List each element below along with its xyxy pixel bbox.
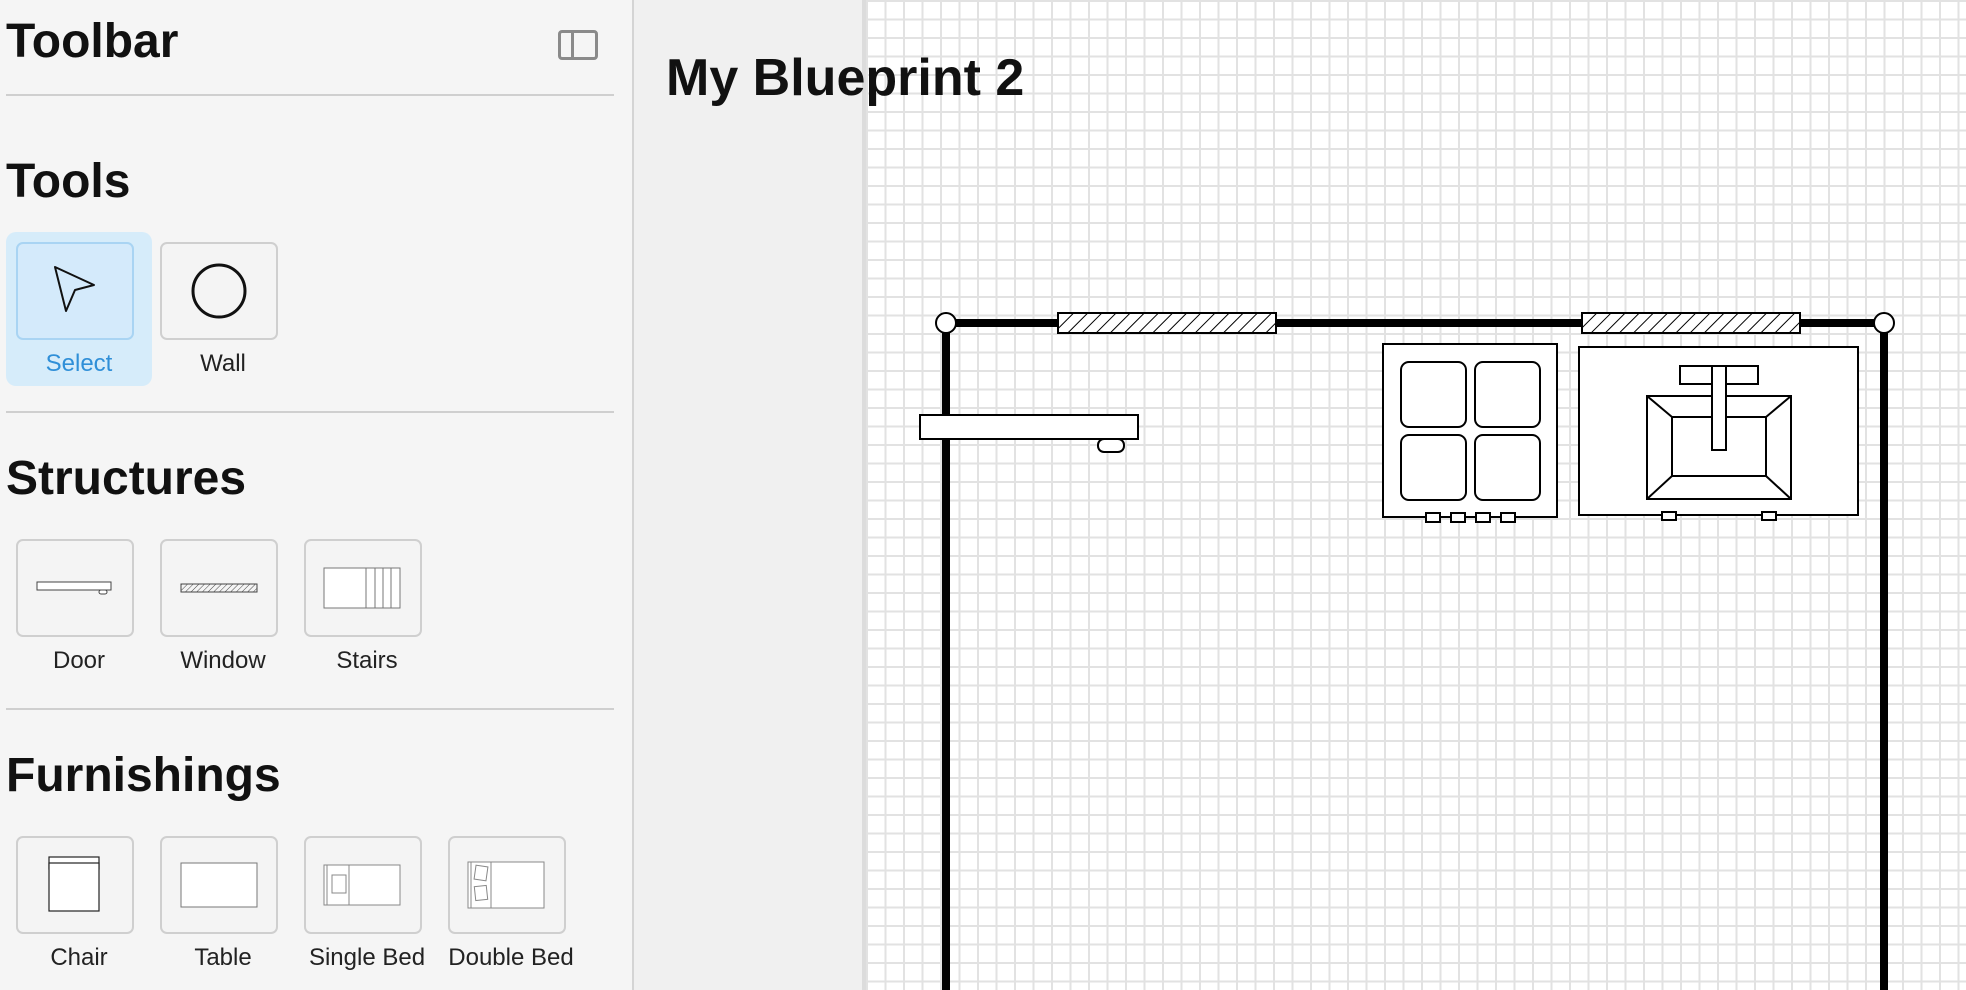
wall-endpoint-handle[interactable] xyxy=(935,312,957,334)
document-title: My Blueprint 2 xyxy=(666,49,1025,107)
sink[interactable] xyxy=(1578,346,1859,521)
window-hatch xyxy=(1581,312,1801,334)
window-hatch xyxy=(1057,312,1277,334)
door[interactable] xyxy=(919,414,1139,453)
stove[interactable] xyxy=(1382,343,1558,523)
floor-plan xyxy=(919,312,1895,990)
wall-endpoint-handle[interactable] xyxy=(1873,312,1895,334)
